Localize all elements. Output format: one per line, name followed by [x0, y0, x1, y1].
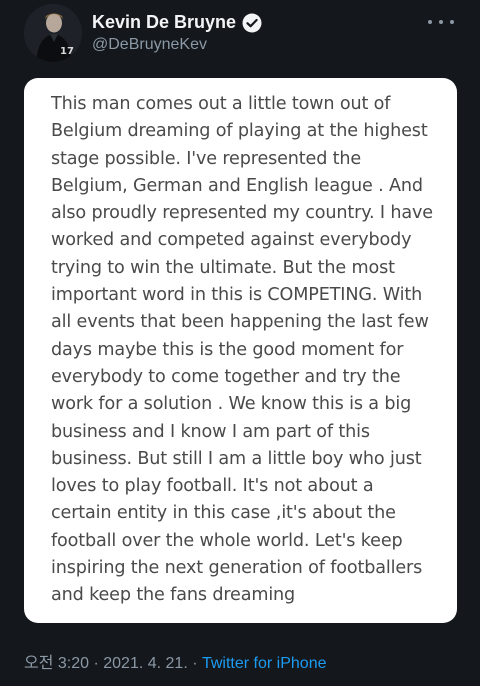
tweet-text-line: work for a solution . We know this is a … — [51, 394, 412, 415]
verified-badge-icon — [242, 13, 262, 33]
name-row: Kevin De Bruyne — [92, 12, 262, 33]
tweet-text-line: This man comes out a little town out of — [51, 94, 391, 114]
user-handle[interactable]: @DeBruyneKev — [92, 36, 207, 54]
svg-text:17: 17 — [60, 46, 74, 57]
avatar[interactable]: 17 — [24, 4, 82, 62]
tweet-text-line: days maybe this is the good moment for — [51, 339, 404, 360]
tweet-header: 17 Kevin De Bruyne @DeBruyneKev — [0, 0, 480, 80]
tweet-text-line: everybody to come together and try the — [51, 366, 401, 387]
tweet-text-line: important word in this is COMPETING. Wit… — [51, 285, 423, 306]
tweet-source-link[interactable]: Twitter for iPhone — [202, 655, 327, 672]
tweet-text: This man comes out a little town out of … — [51, 91, 439, 610]
tweet-text-line: business and I know I am part of this — [51, 421, 370, 442]
tweet-text-line: also proudly represented my country. I h… — [51, 203, 433, 224]
tweet-text-line: football over the whole world. Let's kee… — [51, 530, 403, 551]
tweet-date[interactable]: 2021. 4. 21. — [103, 655, 188, 672]
tweet-time[interactable]: 오전 3:20 — [24, 655, 89, 672]
tweet-text-line: loves to play football. It's not about a — [51, 476, 374, 497]
tweet-text-line: worked and competed against everybody — [51, 230, 412, 251]
tweet-text-line: business. But still I am a little boy wh… — [51, 448, 422, 469]
avatar-photo: 17 — [24, 4, 82, 62]
tweet-image-card[interactable]: This man comes out a little town out of … — [24, 78, 457, 623]
tweet-text-line: all events that been happening the last … — [51, 312, 429, 333]
tweet-view: 17 Kevin De Bruyne @DeBruyneKev This man… — [0, 0, 480, 686]
tweet-text-line: certain entity in this case ,it's about … — [51, 503, 396, 524]
tweet-text-line: Belgium, German and English league . And — [51, 175, 423, 196]
tweet-text-line: Belgium dreaming of playing at the highe… — [51, 121, 428, 142]
more-dots-icon[interactable] — [428, 12, 454, 32]
meta-separator: · — [89, 655, 104, 672]
tweet-text-line: and keep the fans dreaming — [51, 585, 296, 606]
display-name[interactable]: Kevin De Bruyne — [92, 12, 236, 33]
meta-separator: · — [187, 655, 202, 672]
tweet-text-line: trying to win the ultimate. But the most — [51, 257, 395, 278]
tweet-meta: 오전 3:20 · 2021. 4. 21. · Twitter for iPh… — [24, 649, 326, 673]
tweet-text-line: inspiring the next generation of footbal… — [51, 558, 423, 579]
tweet-text-line: stage possible. I've represented the — [51, 148, 362, 169]
